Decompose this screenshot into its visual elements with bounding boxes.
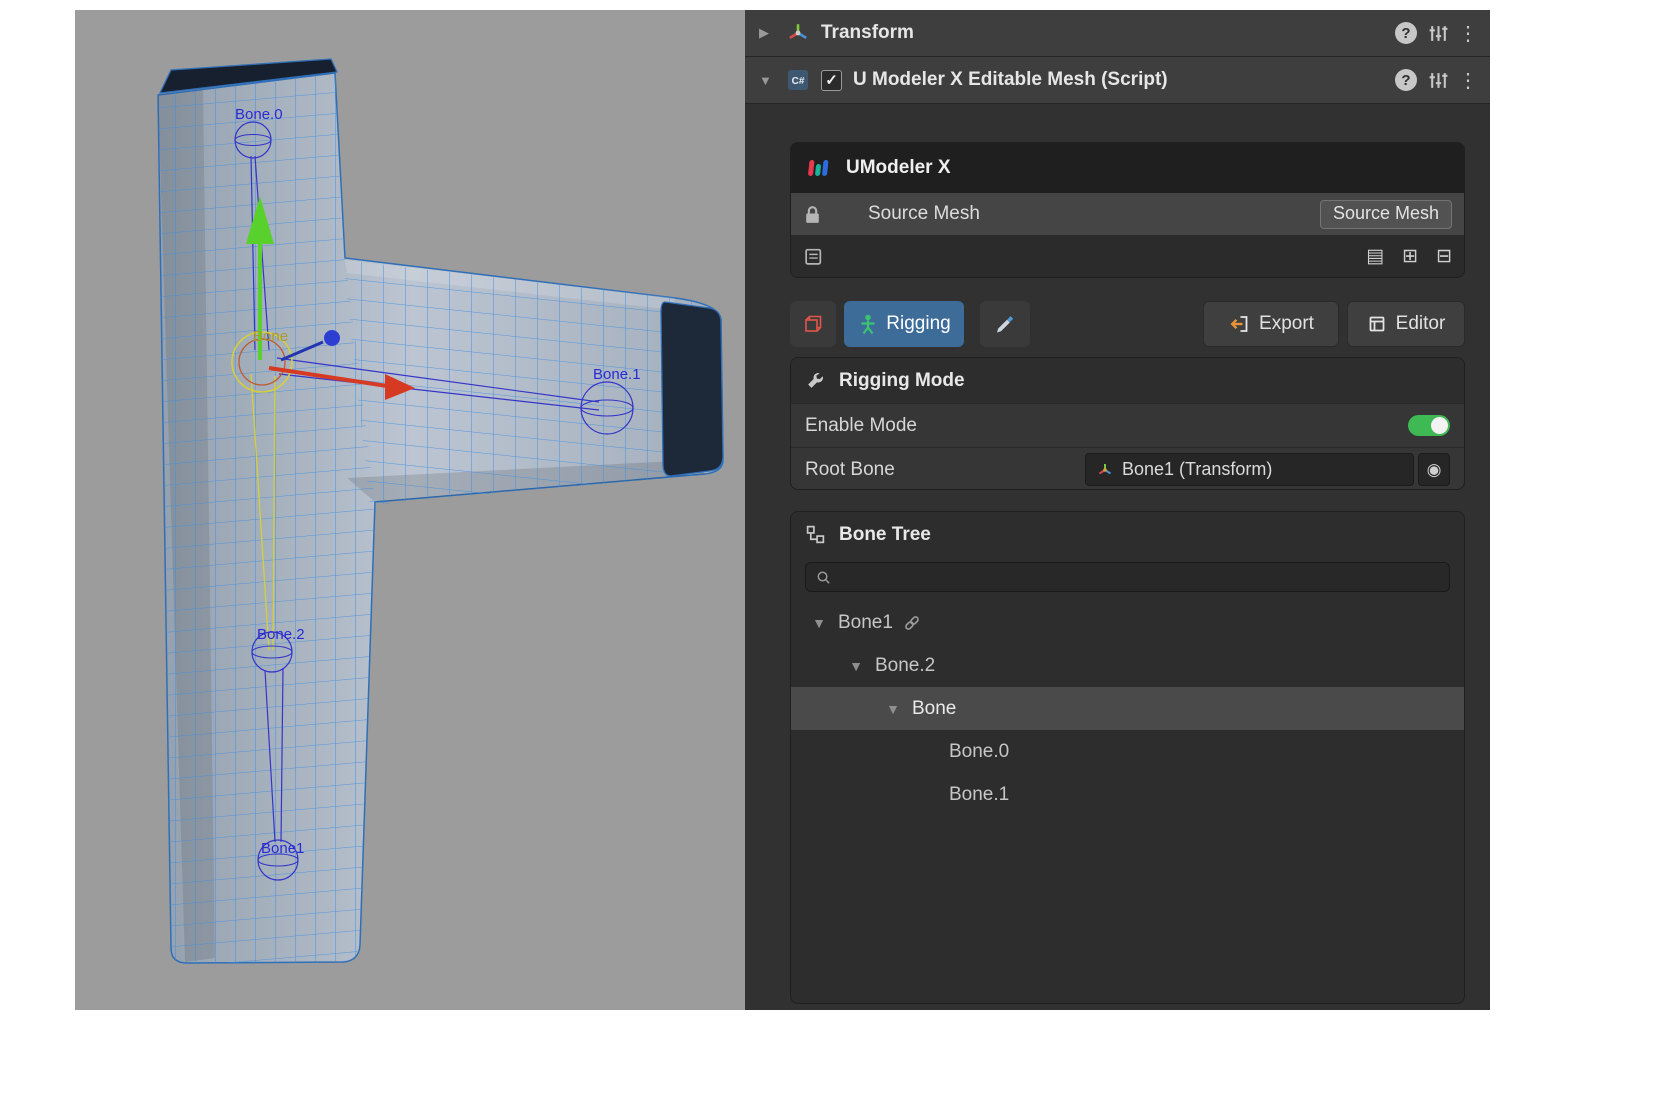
tree-row-bone0[interactable]: Bone.0: [791, 730, 1464, 773]
tool-tabs-row: Rigging Export Editor: [790, 301, 1465, 347]
editor-label: Editor: [1396, 313, 1446, 335]
csharp-script-icon: C#: [786, 68, 810, 92]
editor-button[interactable]: Editor: [1347, 301, 1465, 347]
component-title: Transform: [821, 22, 914, 44]
root-bone-object-field[interactable]: Bone1 (Transform): [1085, 453, 1414, 486]
tree-row-bone1-child[interactable]: Bone.1: [791, 773, 1464, 816]
add-icon[interactable]: ⊞: [1402, 245, 1418, 268]
component-title: U Modeler X Editable Mesh (Script): [853, 69, 1168, 91]
foldout-expanded-icon[interactable]: ▼: [883, 701, 903, 717]
foldout-expanded-icon[interactable]: ▼: [846, 658, 866, 674]
help-icon[interactable]: ?: [1395, 69, 1417, 91]
tree-item-label: Bone1: [838, 612, 893, 634]
tree-item-label: Bone.1: [949, 784, 1009, 806]
inspector-panel: ▶ Transform ? ⋮ ▼ C# ✓ U Modeler X Edita…: [745, 10, 1490, 1010]
bone-tree-list: ▼ Bone1 ▼ Bone.2 ▼ Bone: [791, 601, 1464, 816]
bone-tree-title: Bone Tree: [839, 524, 931, 546]
search-icon: [815, 569, 832, 586]
umodeler-component-header[interactable]: ▼ C# ✓ U Modeler X Editable Mesh (Script…: [745, 57, 1490, 104]
svg-text:C#: C#: [792, 76, 805, 87]
source-mesh-object-field[interactable]: Source Mesh: [1320, 200, 1452, 229]
skeleton-icon: [857, 313, 879, 335]
root-bone-value: Bone1 (Transform): [1122, 459, 1272, 480]
hierarchy-tree-icon: [805, 524, 826, 545]
enable-mode-row: Enable Mode: [791, 403, 1464, 447]
tab-modeling[interactable]: [790, 301, 836, 347]
tab-rigging-label: Rigging: [886, 313, 950, 335]
enable-mode-label: Enable Mode: [805, 415, 1085, 437]
component-enabled-checkbox[interactable]: ✓: [821, 70, 842, 91]
lock-icon[interactable]: [803, 204, 822, 225]
umodeler-x-box: UModeler X Source Mesh Source Mesh ▤ ⊞: [790, 142, 1465, 278]
red-cube-icon: [801, 312, 825, 336]
scene-viewport[interactable]: Bone.0 Bone Bone.1 Bone.2 Bone1: [75, 10, 745, 1010]
rigging-mode-header: Rigging Mode: [791, 358, 1464, 403]
tree-item-label: Bone: [912, 698, 956, 720]
root-bone-row: Root Bone Bone1 (Transform) ◉: [791, 447, 1464, 490]
brush-icon: [994, 313, 1016, 335]
rigging-mode-box: Rigging Mode Enable Mode Root Bone Bone1…: [790, 357, 1465, 490]
component-body: UModeler X Source Mesh Source Mesh ▤ ⊞: [745, 104, 1490, 1009]
help-icon[interactable]: ?: [1395, 22, 1417, 44]
t-joint-mesh: [135, 55, 735, 970]
transform-icon: [786, 21, 810, 45]
enable-mode-toggle[interactable]: [1408, 415, 1450, 436]
mesh-3d-scene: [75, 10, 745, 1010]
component-card-icon[interactable]: [803, 246, 824, 267]
bone-label-bone0[interactable]: Bone.0: [235, 106, 283, 123]
umodeler-logo-icon: [805, 156, 833, 180]
foldout-expanded-icon[interactable]: ▼: [759, 73, 775, 88]
object-picker-icon[interactable]: ◉: [1418, 453, 1450, 486]
page: Bone.0 Bone Bone.1 Bone.2 Bone1 ▶ Transf…: [0, 0, 1675, 1107]
bone-label-bone1-right[interactable]: Bone.1: [593, 366, 641, 383]
source-mesh-row: Source Mesh Source Mesh: [791, 193, 1464, 235]
kebab-menu-icon[interactable]: ⋮: [1460, 68, 1476, 93]
link-icon: [902, 613, 922, 633]
tree-item-label: Bone.0: [949, 741, 1009, 763]
tree-row-bone2[interactable]: ▼ Bone.2: [791, 644, 1464, 687]
remove-icon[interactable]: ⊟: [1436, 245, 1452, 268]
tree-row-bone-selected[interactable]: ▼ Bone: [791, 687, 1464, 730]
export-button[interactable]: Export: [1203, 301, 1339, 347]
foldout-expanded-icon[interactable]: ▼: [809, 615, 829, 631]
bone-label-bone2[interactable]: Bone.2: [257, 626, 305, 643]
transform-axes-icon: [1096, 461, 1114, 479]
bone-search-field[interactable]: [805, 562, 1450, 592]
foldout-collapsed-icon[interactable]: ▶: [759, 25, 775, 41]
presets-icon[interactable]: [1428, 70, 1449, 91]
tree-item-label: Bone.2: [875, 655, 935, 677]
tab-paint[interactable]: [980, 301, 1030, 347]
bone-tree-header: Bone Tree: [791, 512, 1464, 557]
presets-icon[interactable]: [1428, 23, 1449, 44]
umodeler-title-row: UModeler X: [791, 143, 1464, 193]
gizmo-z-handle: [324, 330, 340, 346]
mesh-tools-row: ▤ ⊞ ⊟: [791, 235, 1464, 277]
source-mesh-label: Source Mesh: [868, 203, 980, 225]
wrench-icon: [805, 370, 826, 391]
tab-rigging[interactable]: Rigging: [844, 301, 964, 347]
umodeler-title: UModeler X: [846, 157, 951, 179]
bone-tree-box: Bone Tree ▼ Bone1: [790, 511, 1465, 1004]
export-label: Export: [1259, 313, 1314, 335]
transform-component-header[interactable]: ▶ Transform ? ⋮: [745, 10, 1490, 57]
rigging-mode-title: Rigging Mode: [839, 370, 965, 392]
root-bone-label: Root Bone: [805, 459, 1085, 481]
bone-label-bone[interactable]: Bone: [253, 328, 288, 345]
tree-row-bone1[interactable]: ▼ Bone1: [791, 601, 1464, 644]
search-input[interactable]: [839, 567, 1440, 587]
editor-window-icon: [1367, 314, 1387, 334]
list-view-icon[interactable]: ▤: [1366, 245, 1384, 268]
bone-label-bone1-bottom[interactable]: Bone1: [261, 840, 304, 857]
export-icon: [1228, 313, 1250, 335]
kebab-menu-icon[interactable]: ⋮: [1460, 21, 1476, 46]
